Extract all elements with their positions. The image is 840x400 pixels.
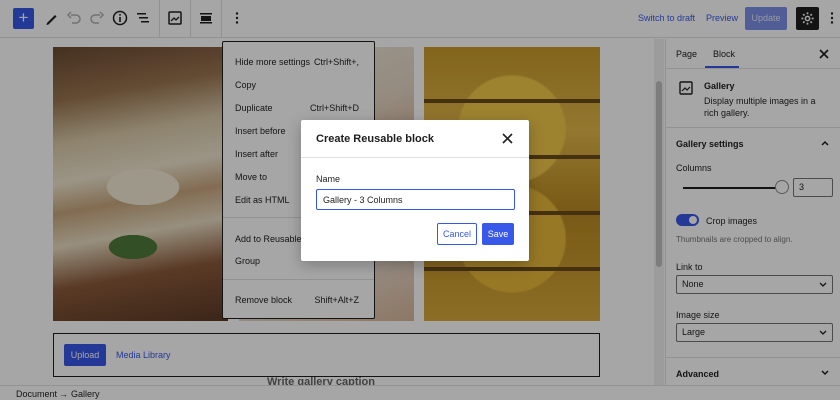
cancel-button[interactable]: Cancel (437, 223, 477, 245)
close-modal-button[interactable] (501, 132, 514, 145)
close-icon (502, 133, 513, 144)
name-label: Name (316, 174, 341, 184)
create-reusable-block-modal: Create Reusable block Name Cancel Save (301, 120, 529, 261)
modal-title: Create Reusable block (316, 133, 434, 145)
reusable-block-name-input[interactable] (316, 189, 515, 210)
save-button[interactable]: Save (482, 223, 514, 245)
modal-divider (301, 157, 529, 158)
